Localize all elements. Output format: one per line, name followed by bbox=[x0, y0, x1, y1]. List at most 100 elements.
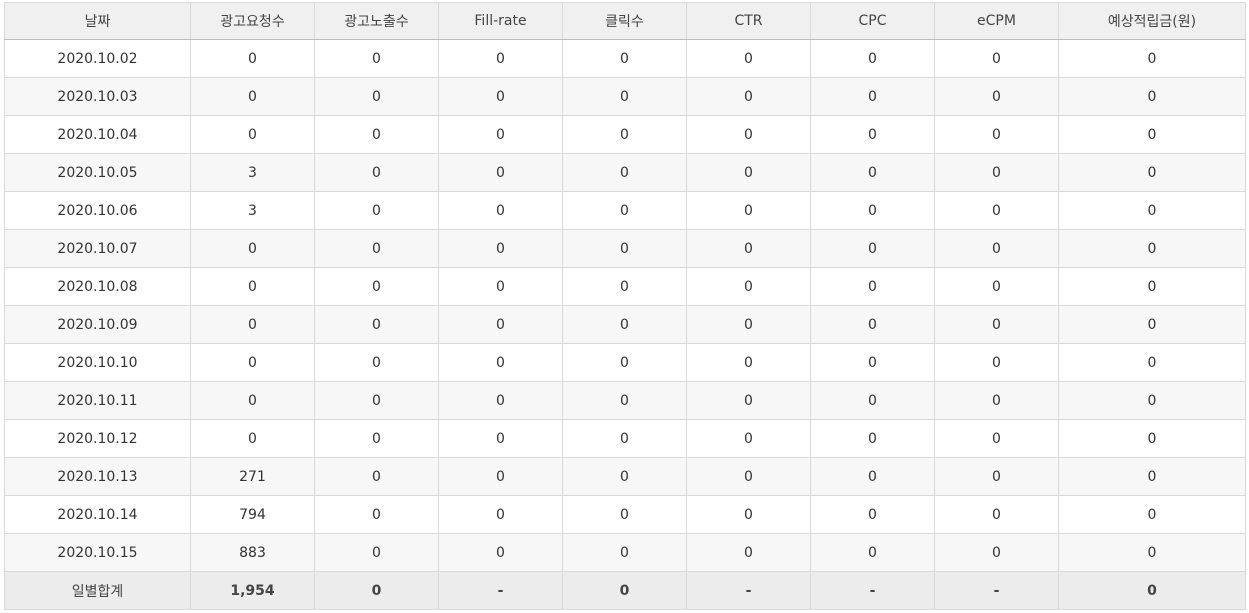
ad-requests-cell: 0 bbox=[190, 305, 315, 344]
clicks-cell: 0 bbox=[562, 305, 687, 344]
clicks-cell: 0 bbox=[562, 495, 687, 534]
ctr-cell: 0 bbox=[686, 305, 811, 344]
table-row: 2020.10.14 794 0 0 0 0 0 0 0 bbox=[4, 495, 1246, 534]
clicks-cell: 0 bbox=[562, 229, 687, 268]
ecpm-cell: 0 bbox=[934, 457, 1059, 496]
table-row: 2020.10.11 0 0 0 0 0 0 0 0 bbox=[4, 381, 1246, 420]
header-expected-earnings[interactable]: 예상적립금(원) bbox=[1058, 2, 1246, 40]
ad-requests-cell: 3 bbox=[190, 191, 315, 230]
fill-rate-cell: 0 bbox=[438, 115, 563, 154]
ctr-cell: 0 bbox=[686, 39, 811, 78]
table-row: 2020.10.15 883 0 0 0 0 0 0 0 bbox=[4, 533, 1246, 572]
table-footer: 일별합계 1,954 0 - 0 - - - 0 bbox=[4, 571, 1246, 610]
ad-impressions-cell: 0 bbox=[314, 457, 439, 496]
ctr-cell: 0 bbox=[686, 419, 811, 458]
ecpm-cell: 0 bbox=[934, 381, 1059, 420]
expected-earnings-cell: 0 bbox=[1058, 495, 1246, 534]
ad-impressions-cell: 0 bbox=[314, 153, 439, 192]
cpc-cell: 0 bbox=[810, 267, 935, 306]
expected-earnings-cell: 0 bbox=[1058, 229, 1246, 268]
ad-requests-cell: 0 bbox=[190, 229, 315, 268]
ad-impressions-cell: 0 bbox=[314, 267, 439, 306]
ctr-cell: 0 bbox=[686, 77, 811, 116]
fill-rate-cell: 0 bbox=[438, 39, 563, 78]
table-row: 2020.10.02 0 0 0 0 0 0 0 0 bbox=[4, 39, 1246, 78]
table-row: 2020.10.06 3 0 0 0 0 0 0 0 bbox=[4, 191, 1246, 230]
ad-impressions-cell: 0 bbox=[314, 77, 439, 116]
date-cell: 2020.10.12 bbox=[4, 419, 191, 458]
clicks-cell: 0 bbox=[562, 77, 687, 116]
total-ad-requests: 1,954 bbox=[190, 571, 315, 610]
clicks-cell: 0 bbox=[562, 343, 687, 382]
fill-rate-cell: 0 bbox=[438, 229, 563, 268]
ecpm-cell: 0 bbox=[934, 495, 1059, 534]
ecpm-cell: 0 bbox=[934, 533, 1059, 572]
cpc-cell: 0 bbox=[810, 343, 935, 382]
clicks-cell: 0 bbox=[562, 191, 687, 230]
ad-requests-cell: 794 bbox=[190, 495, 315, 534]
date-cell: 2020.10.07 bbox=[4, 229, 191, 268]
ctr-cell: 0 bbox=[686, 495, 811, 534]
header-clicks[interactable]: 클릭수 bbox=[562, 2, 687, 40]
ctr-cell: 0 bbox=[686, 229, 811, 268]
table-row: 2020.10.05 3 0 0 0 0 0 0 0 bbox=[4, 153, 1246, 192]
ad-impressions-cell: 0 bbox=[314, 191, 439, 230]
cpc-cell: 0 bbox=[810, 419, 935, 458]
ecpm-cell: 0 bbox=[934, 39, 1059, 78]
ecpm-cell: 0 bbox=[934, 115, 1059, 154]
header-ecpm[interactable]: eCPM bbox=[934, 2, 1059, 40]
table-row: 2020.10.03 0 0 0 0 0 0 0 0 bbox=[4, 77, 1246, 116]
daily-ad-stats-table: 날짜 광고요청수 광고노출수 Fill-rate 클릭수 CTR CPC eCP… bbox=[4, 2, 1246, 610]
expected-earnings-cell: 0 bbox=[1058, 267, 1246, 306]
date-cell: 2020.10.14 bbox=[4, 495, 191, 534]
cpc-cell: 0 bbox=[810, 39, 935, 78]
header-ad-impressions[interactable]: 광고노출수 bbox=[314, 2, 439, 40]
table-row: 2020.10.08 0 0 0 0 0 0 0 0 bbox=[4, 267, 1246, 306]
ecpm-cell: 0 bbox=[934, 343, 1059, 382]
date-cell: 2020.10.13 bbox=[4, 457, 191, 496]
ctr-cell: 0 bbox=[686, 153, 811, 192]
fill-rate-cell: 0 bbox=[438, 495, 563, 534]
ad-impressions-cell: 0 bbox=[314, 533, 439, 572]
cpc-cell: 0 bbox=[810, 533, 935, 572]
ctr-cell: 0 bbox=[686, 343, 811, 382]
date-cell: 2020.10.05 bbox=[4, 153, 191, 192]
ad-requests-cell: 0 bbox=[190, 77, 315, 116]
table-row: 2020.10.10 0 0 0 0 0 0 0 0 bbox=[4, 343, 1246, 382]
table-body: 2020.10.02 0 0 0 0 0 0 0 0 2020.10.03 0 0 0 0 0 0 0 0 2020… bbox=[4, 39, 1246, 572]
date-cell: 2020.10.10 bbox=[4, 343, 191, 382]
expected-earnings-cell: 0 bbox=[1058, 419, 1246, 458]
header-fill-rate[interactable]: Fill-rate bbox=[438, 2, 563, 40]
fill-rate-cell: 0 bbox=[438, 381, 563, 420]
expected-earnings-cell: 0 bbox=[1058, 191, 1246, 230]
date-cell: 2020.10.09 bbox=[4, 305, 191, 344]
ad-impressions-cell: 0 bbox=[314, 343, 439, 382]
fill-rate-cell: 0 bbox=[438, 533, 563, 572]
header-cpc[interactable]: CPC bbox=[810, 2, 935, 40]
header-ctr[interactable]: CTR bbox=[686, 2, 811, 40]
cpc-cell: 0 bbox=[810, 229, 935, 268]
total-ctr: - bbox=[686, 571, 811, 610]
expected-earnings-cell: 0 bbox=[1058, 115, 1246, 154]
cpc-cell: 0 bbox=[810, 495, 935, 534]
fill-rate-cell: 0 bbox=[438, 153, 563, 192]
total-ad-impressions: 0 bbox=[314, 571, 439, 610]
date-cell: 2020.10.03 bbox=[4, 77, 191, 116]
table-row: 2020.10.07 0 0 0 0 0 0 0 0 bbox=[4, 229, 1246, 268]
expected-earnings-cell: 0 bbox=[1058, 343, 1246, 382]
ctr-cell: 0 bbox=[686, 267, 811, 306]
header-ad-requests[interactable]: 광고요청수 bbox=[190, 2, 315, 40]
fill-rate-cell: 0 bbox=[438, 305, 563, 344]
total-clicks: 0 bbox=[562, 571, 687, 610]
clicks-cell: 0 bbox=[562, 419, 687, 458]
ad-impressions-cell: 0 bbox=[314, 495, 439, 534]
daily-total-row: 일별합계 1,954 0 - 0 - - - 0 bbox=[4, 571, 1246, 610]
clicks-cell: 0 bbox=[562, 39, 687, 78]
ecpm-cell: 0 bbox=[934, 267, 1059, 306]
ad-impressions-cell: 0 bbox=[314, 229, 439, 268]
header-date[interactable]: 날짜 bbox=[4, 2, 191, 40]
expected-earnings-cell: 0 bbox=[1058, 457, 1246, 496]
expected-earnings-cell: 0 bbox=[1058, 77, 1246, 116]
ad-requests-cell: 0 bbox=[190, 267, 315, 306]
cpc-cell: 0 bbox=[810, 77, 935, 116]
